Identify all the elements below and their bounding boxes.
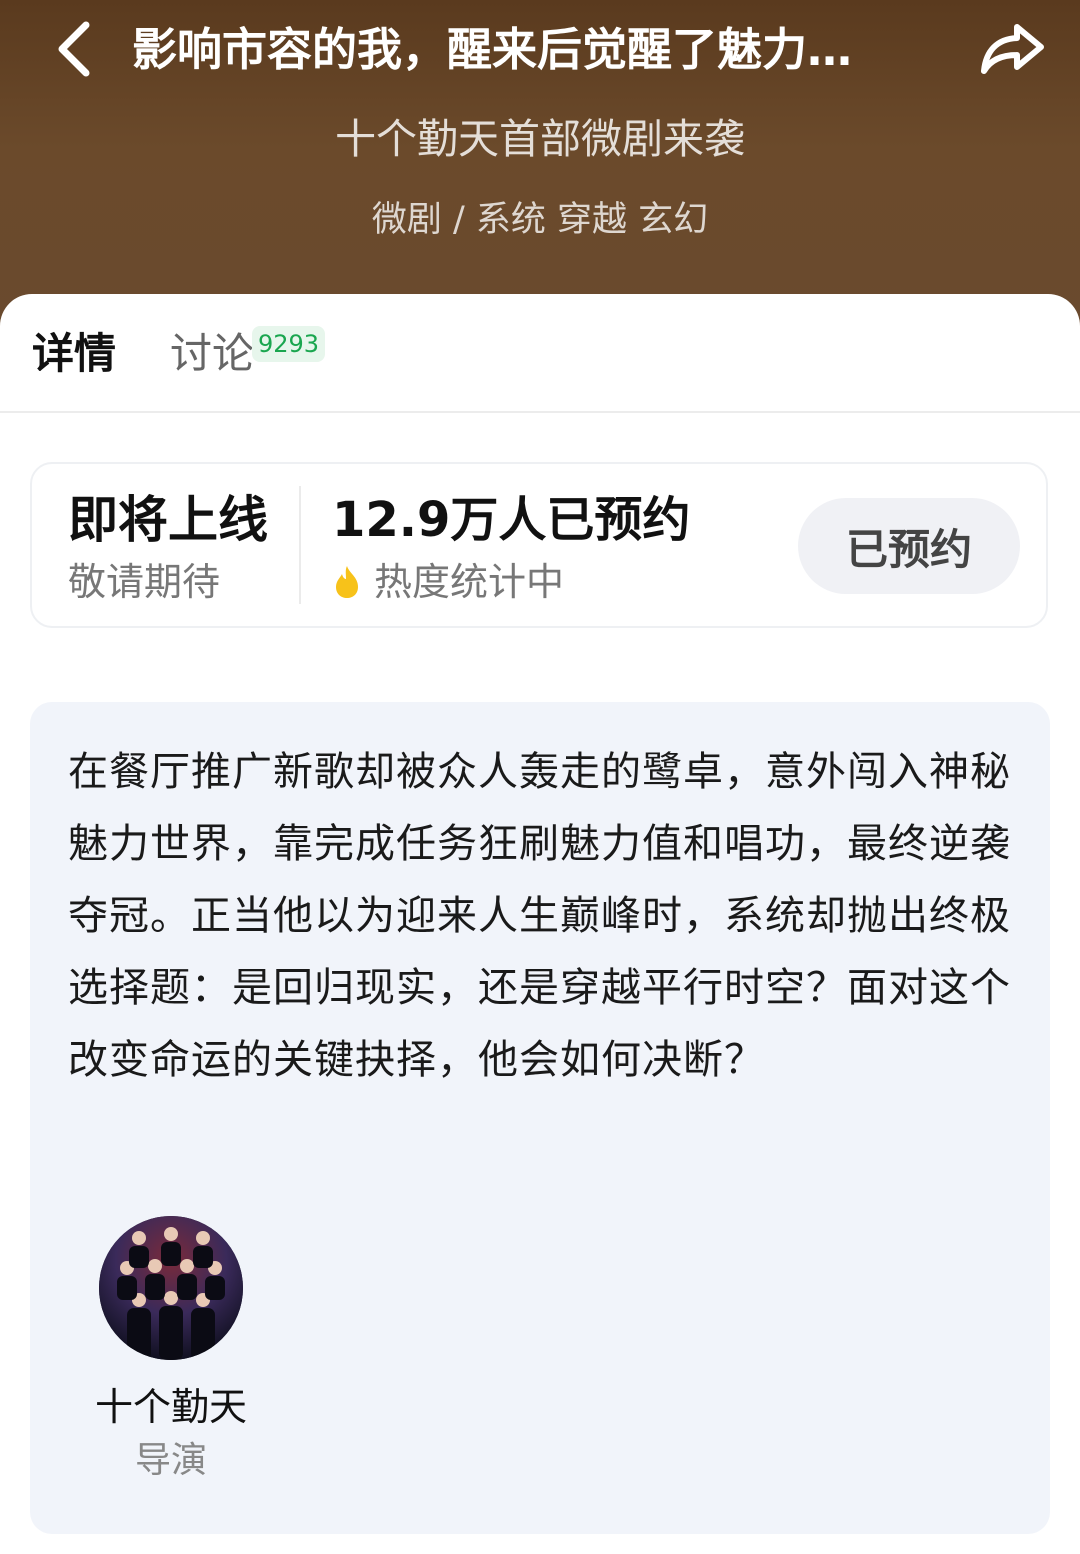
share-button[interactable] [972,14,1052,84]
director-name: 十个勤天 [94,1385,247,1429]
reservation-count: 12.9万人已预约 [332,492,691,548]
page-title: 影响市容的我，醒来后觉醒了魅力… [132,23,853,76]
tab-details[interactable]: 详情 [32,324,116,384]
release-status: 即将上线 [68,491,268,549]
genre-tags: 微剧 / 系统 穿越 玄幻 [371,200,709,240]
chevron-left-icon [58,21,90,77]
drama-subtitle: 十个勤天首部微剧来袭 [335,115,745,163]
director-avatar[interactable] [99,1216,243,1360]
tab-discussion[interactable]: 讨论 [170,324,254,384]
director-role: 导演 [134,1440,207,1481]
flame-icon [336,566,358,598]
heat-status: 热度统计中 [334,556,564,608]
tab-divider [0,411,1080,413]
synopsis-text: 在餐厅推广新歌却被众人轰走的鹭卓，意外闯入神秘魅力世界，靠完成任务狂刷魅力值和唱… [68,749,1011,1083]
share-arrow-icon [981,24,1044,74]
discussion-count-badge: 9293 [252,326,326,362]
release-status-sub: 敬请期待 [68,560,221,604]
card-divider [299,486,301,604]
back-button[interactable] [44,14,104,84]
reserved-button[interactable]: 已预约 [798,498,1020,594]
group-photo-avatar [99,1216,243,1360]
heat-text: 热度统计中 [374,560,565,604]
